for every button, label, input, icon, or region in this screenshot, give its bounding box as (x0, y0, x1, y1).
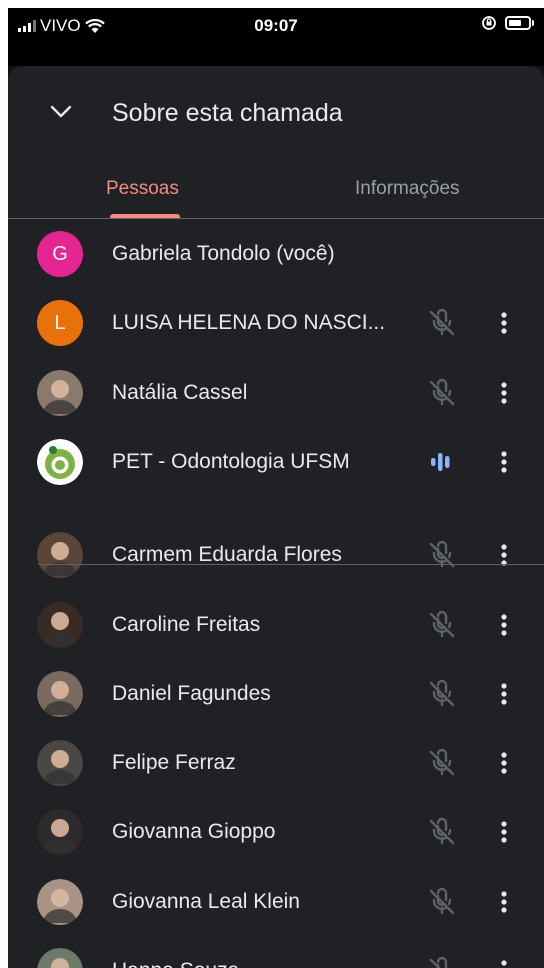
more-options-icon[interactable] (496, 378, 512, 413)
avatar (37, 878, 83, 925)
chevron-down-icon[interactable] (48, 98, 74, 124)
mic-off-icon (426, 887, 458, 922)
participant-row[interactable]: Giovanna Leal Klein (8, 867, 544, 936)
more-options-icon[interactable] (496, 610, 512, 645)
mic-off-icon (426, 610, 458, 645)
mic-off-icon (426, 956, 458, 968)
participant-row[interactable]: Giovanna Gioppo (8, 797, 544, 866)
sheet-header: Sobre esta chamada (8, 66, 544, 156)
participant-name: LUISA HELENA DO NASCI... (112, 311, 386, 335)
tab-people[interactable]: Pessoas (106, 178, 179, 200)
participant-row[interactable]: Caroline Freitas (8, 590, 544, 659)
app-frame: VIVO 09:07 Sobre esta chamada Pessoas In… (8, 8, 544, 968)
speaking-icon (426, 447, 458, 482)
participant-name: Natália Cassel (112, 380, 248, 404)
participant-name: Hanna Souza (112, 959, 239, 968)
mic-off-icon (426, 378, 458, 413)
tab-info[interactable]: Informações (355, 178, 460, 200)
avatar (37, 670, 83, 717)
avatar (37, 601, 83, 648)
participant-name: Daniel Fagundes (112, 681, 271, 705)
avatar (37, 740, 83, 787)
participant-row[interactable]: PET - Odontologia UFSM (8, 427, 544, 496)
call-details-sheet: Sobre esta chamada Pessoas Informações G… (8, 66, 544, 968)
mic-off-icon (426, 748, 458, 783)
participant-name: Giovanna Gioppo (112, 820, 276, 844)
mic-off-icon (426, 817, 458, 852)
status-right (481, 15, 534, 31)
participant-row[interactable]: Hanna Souza (8, 936, 544, 968)
more-options-icon[interactable] (496, 679, 512, 714)
participant-row[interactable]: Daniel Fagundes (8, 659, 544, 728)
more-options-icon[interactable] (496, 748, 512, 783)
tab-bar: Pessoas Informações (8, 156, 544, 219)
participant-name: Felipe Ferraz (112, 751, 236, 775)
status-time: 09:07 (254, 16, 298, 35)
avatar (37, 532, 83, 579)
more-options-icon[interactable] (496, 308, 512, 343)
participant-row[interactable]: Felipe Ferraz (8, 728, 544, 797)
more-options-icon[interactable] (496, 817, 512, 852)
avatar (37, 438, 83, 485)
mic-off-icon (426, 540, 458, 575)
more-options-icon[interactable] (496, 956, 512, 968)
more-options-icon[interactable] (496, 447, 512, 482)
participant-name: PET - Odontologia UFSM (112, 449, 350, 473)
more-options-icon[interactable] (496, 887, 512, 922)
sheet-title: Sobre esta chamada (112, 99, 343, 127)
participant-row[interactable]: Carmem Eduarda Flores (8, 520, 544, 589)
avatar: G (37, 231, 83, 277)
orientation-lock-icon (482, 16, 496, 30)
avatar (37, 369, 83, 416)
list-divider (38, 564, 544, 565)
participant-name: Gabriela Tondolo (você) (112, 242, 335, 265)
mic-off-icon (426, 308, 458, 343)
participant-name: Caroline Freitas (112, 612, 261, 636)
participant-row[interactable]: L LUISA HELENA DO NASCI... (8, 288, 544, 357)
more-options-icon[interactable] (496, 540, 512, 575)
participant-name: Giovanna Leal Klein (112, 889, 300, 913)
status-bar: VIVO 09:07 (8, 8, 544, 66)
avatar (37, 809, 83, 856)
mic-off-icon (426, 679, 458, 714)
participant-row[interactable]: G Gabriela Tondolo (você) (8, 219, 544, 288)
participant-row[interactable]: Natália Cassel (8, 358, 544, 427)
avatar: L (37, 300, 83, 347)
battery-icon (505, 16, 531, 30)
avatar (37, 948, 83, 968)
active-tab-indicator (110, 214, 180, 218)
